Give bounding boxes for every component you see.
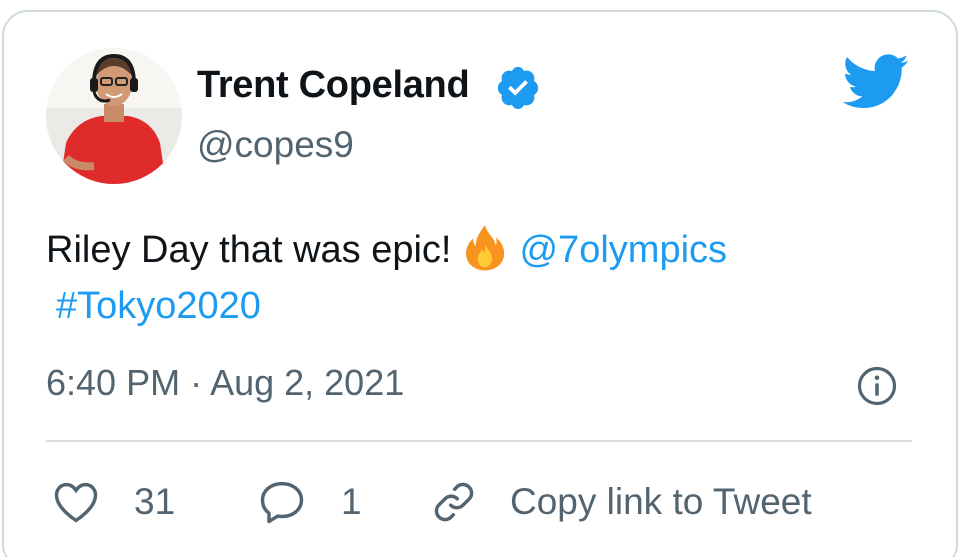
author-handle[interactable]: @copes9	[197, 124, 354, 166]
tweet-timestamp[interactable]: 6:40 PM · Aug 2, 2021	[46, 362, 404, 404]
info-icon[interactable]	[856, 365, 898, 407]
mention-link[interactable]: @7olympics	[520, 229, 728, 271]
tweet-text: Riley Day that was epic! @7olympics #Tok…	[46, 222, 906, 334]
fire-emoji-icon	[465, 225, 504, 271]
divider	[46, 440, 912, 442]
tweet-body-text: Riley Day that was epic!	[46, 229, 452, 271]
avatar-photo	[46, 48, 182, 184]
copy-link-button[interactable]: Copy link to Tweet	[428, 476, 812, 528]
hashtag-link[interactable]: #Tokyo2020	[56, 285, 261, 327]
reply-count: 1	[341, 481, 362, 522]
reply-button[interactable]: 1	[256, 476, 362, 528]
copy-link-label: Copy link to Tweet	[510, 481, 812, 522]
like-button[interactable]: 31	[50, 476, 175, 528]
twitter-bird-icon[interactable]	[842, 54, 910, 110]
heart-icon	[54, 482, 98, 523]
author-avatar[interactable]	[46, 48, 182, 184]
like-count: 31	[134, 481, 176, 522]
reply-bubble-icon	[260, 481, 304, 524]
link-icon	[434, 482, 474, 522]
author-display-name[interactable]: Trent Copeland	[197, 64, 470, 107]
verified-badge-icon	[497, 66, 539, 110]
